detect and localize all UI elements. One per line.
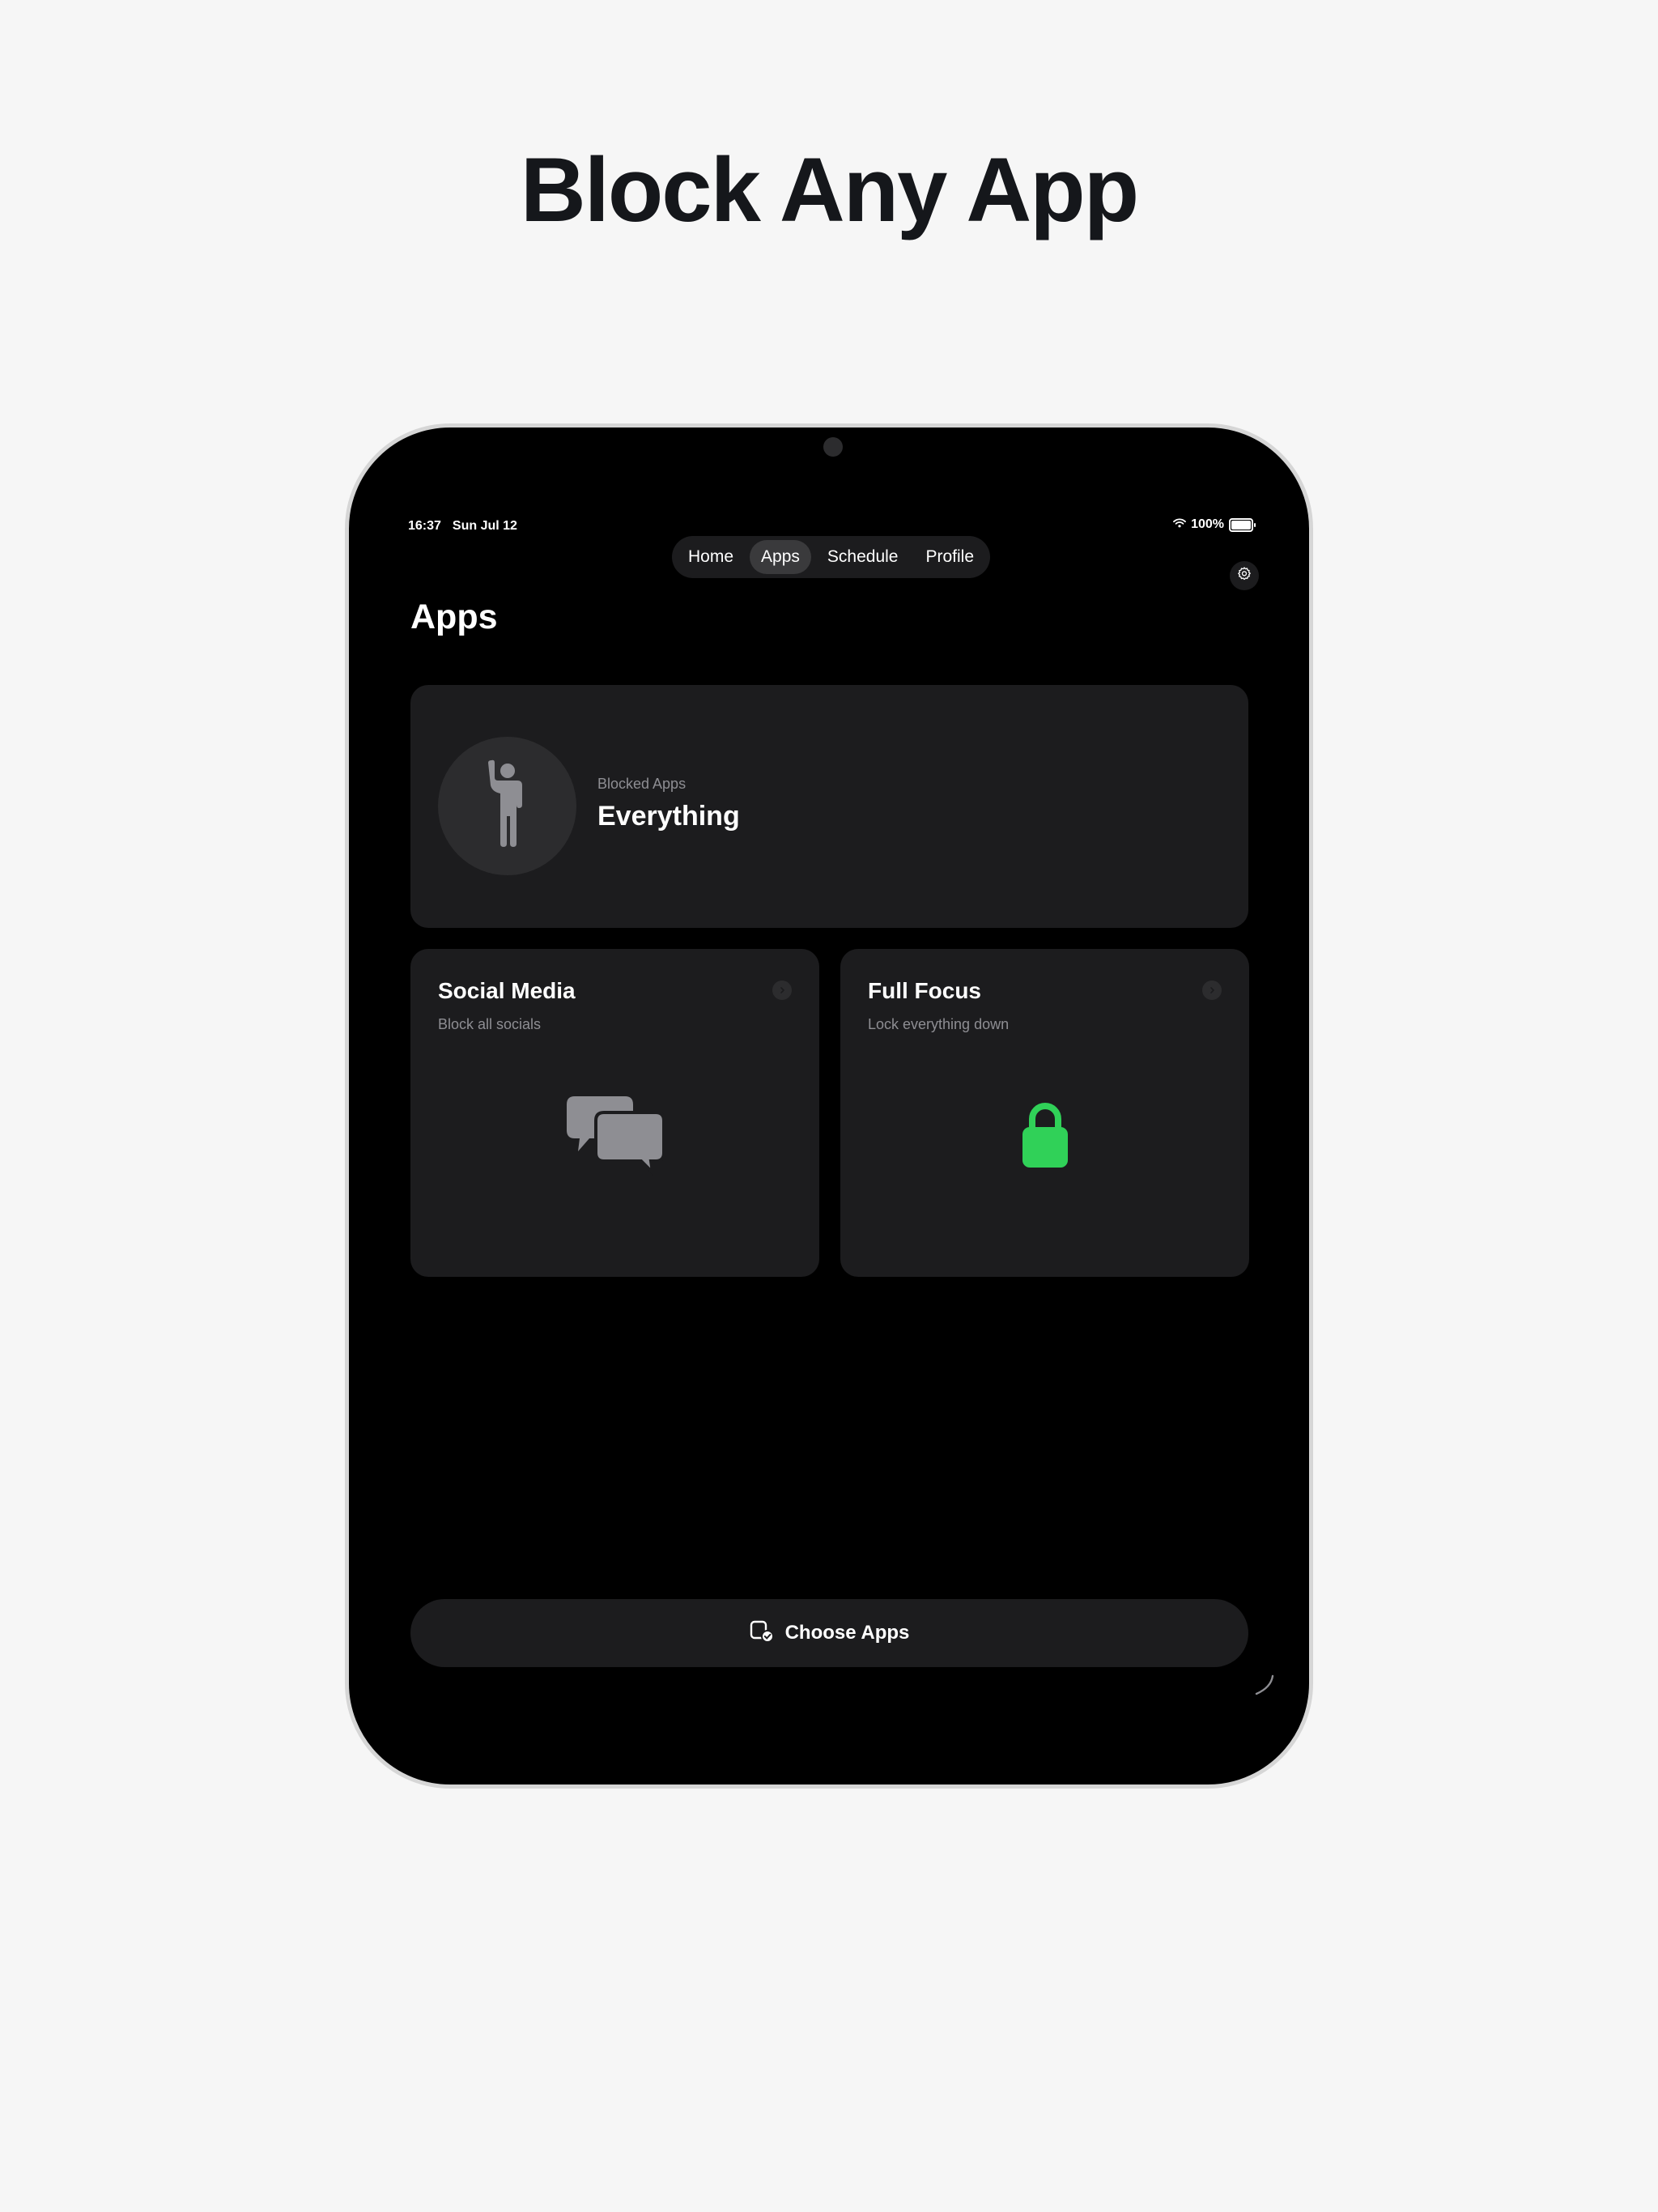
home-corner-indicator bbox=[1253, 1674, 1274, 1699]
status-bar-left: 16:37 Sun Jul 12 bbox=[408, 519, 517, 534]
choose-apps-button[interactable]: Choose Apps bbox=[410, 1599, 1248, 1667]
preset-subtitle: Block all socials bbox=[438, 1016, 542, 1032]
chevron-right-icon[interactable] bbox=[772, 981, 792, 1000]
preset-title: Social Media bbox=[438, 978, 576, 1003]
tablet-device-frame: 16:37 Sun Jul 12 100% Home Apps Schedule… bbox=[345, 423, 1313, 1789]
blocked-apps-value: Everything bbox=[597, 801, 740, 832]
blocked-apps-label: Blocked Apps bbox=[597, 776, 687, 792]
gear-icon bbox=[1236, 566, 1252, 586]
lock-icon bbox=[840, 1091, 1249, 1180]
battery-icon bbox=[1229, 517, 1256, 532]
blocked-apps-avatar bbox=[438, 737, 576, 875]
preset-card-social-media[interactable]: Social Media Block all socials bbox=[410, 949, 819, 1277]
choose-apps-label: Choose Apps bbox=[784, 1622, 910, 1644]
page-title: Apps bbox=[410, 598, 498, 636]
tab-home[interactable]: Home bbox=[677, 540, 745, 574]
person-waving-icon bbox=[483, 759, 532, 853]
battery-percentage: 100% bbox=[1191, 517, 1224, 531]
status-date: Sun Jul 12 bbox=[452, 519, 517, 533]
tab-schedule[interactable]: Schedule bbox=[816, 540, 910, 574]
tab-bar: Home Apps Schedule Profile bbox=[672, 536, 991, 578]
app-checkmark-icon bbox=[750, 1620, 774, 1647]
status-time: 16:37 bbox=[408, 519, 441, 533]
marketing-headline: Block Any App bbox=[520, 139, 1139, 240]
front-camera bbox=[823, 437, 843, 457]
blocked-apps-card[interactable]: Blocked Apps Everything bbox=[410, 685, 1248, 928]
preset-card-full-focus[interactable]: Full Focus Lock everything down bbox=[840, 949, 1249, 1277]
status-bar-right: 100% bbox=[1173, 517, 1256, 532]
chat-bubbles-icon bbox=[410, 1091, 819, 1180]
chevron-right-icon[interactable] bbox=[1202, 981, 1222, 1000]
tab-apps[interactable]: Apps bbox=[750, 540, 811, 574]
settings-button[interactable] bbox=[1230, 561, 1259, 590]
preset-title: Full Focus bbox=[868, 978, 981, 1003]
tab-profile[interactable]: Profile bbox=[914, 540, 985, 574]
preset-subtitle: Lock everything down bbox=[868, 1016, 1010, 1032]
wifi-icon bbox=[1173, 517, 1186, 532]
